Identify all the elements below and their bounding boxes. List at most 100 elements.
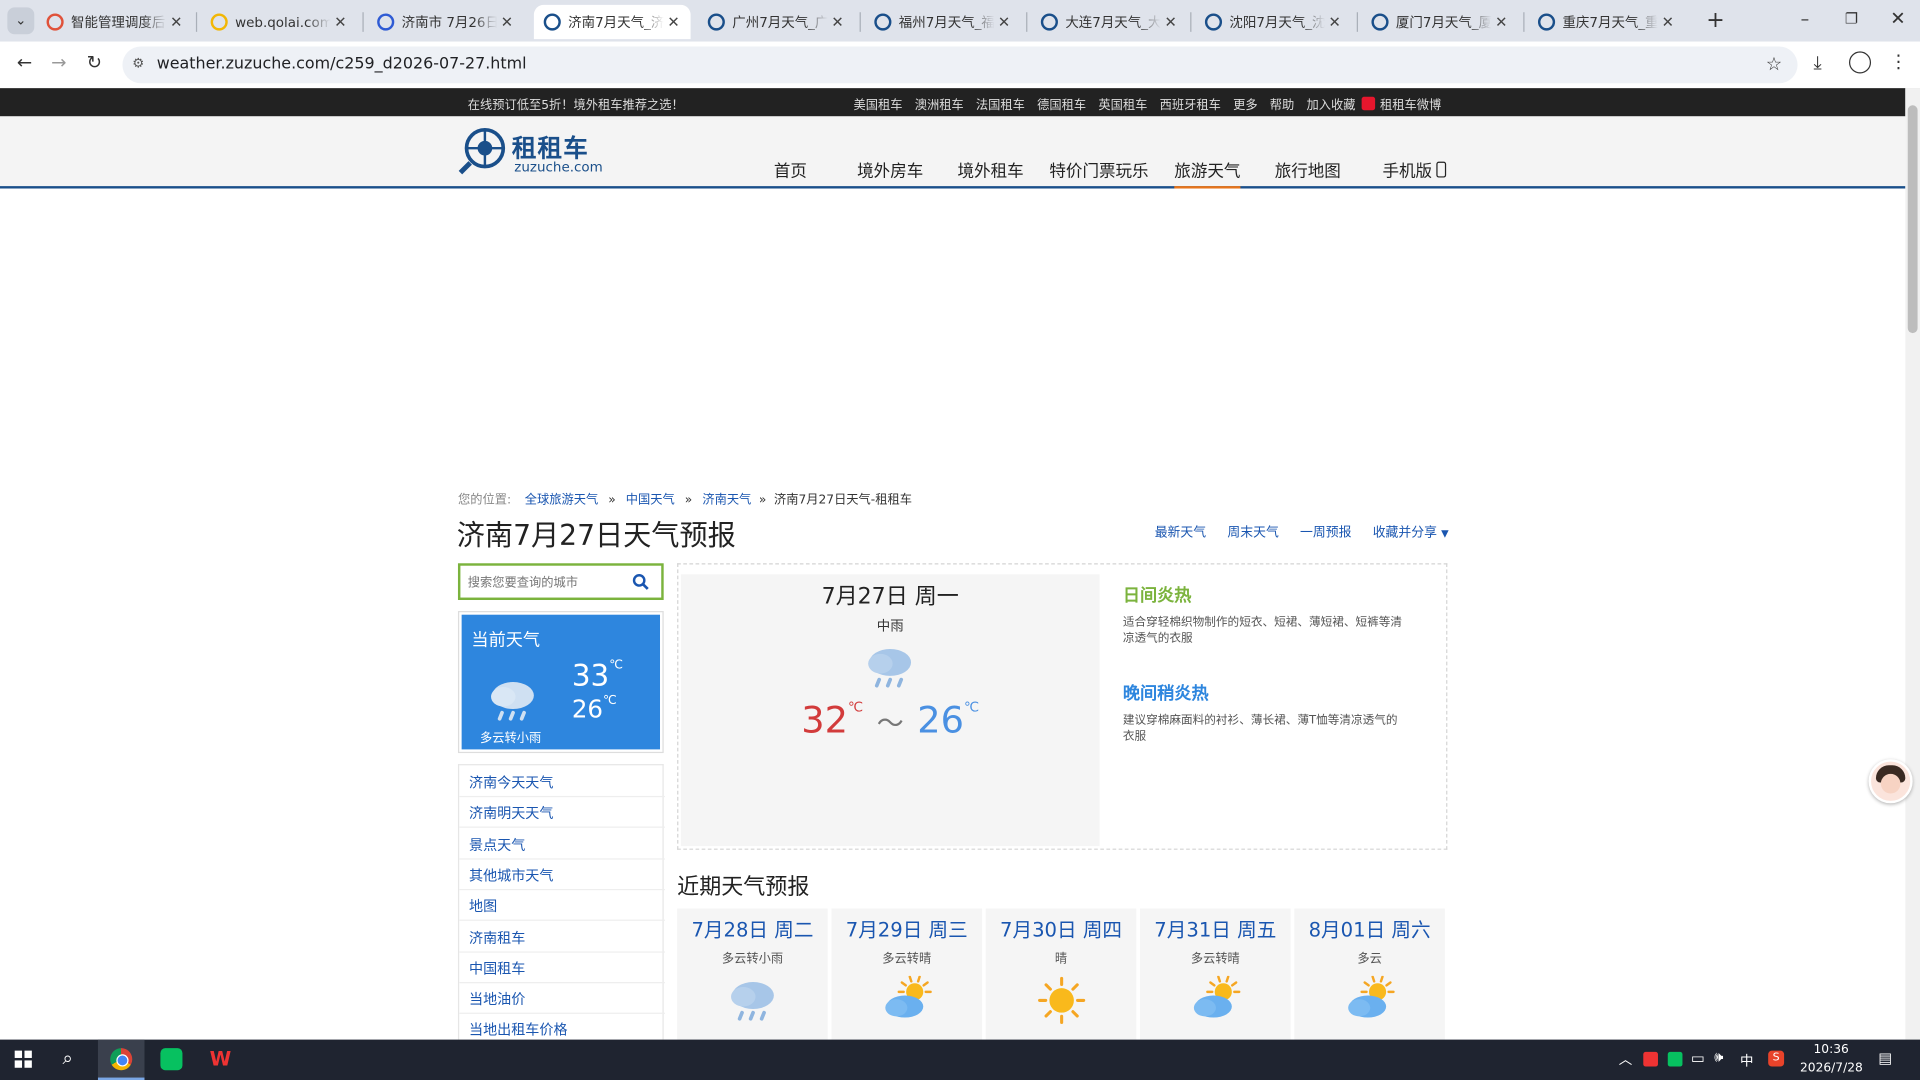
tab-close-icon[interactable]: ✕ (497, 13, 517, 30)
tab-search-button[interactable]: ⌄ (7, 7, 35, 35)
top-link[interactable]: 法国租车 (976, 99, 1025, 112)
nav-item[interactable]: 境外房车 (857, 157, 923, 182)
top-link[interactable]: 英国租车 (1098, 99, 1147, 112)
ime-indicator[interactable]: 中 (1740, 1051, 1753, 1071)
forward-button[interactable]: → (47, 51, 71, 75)
browser-tab[interactable]: 广州7月天气_广州✕ (698, 5, 855, 39)
nav-item[interactable]: 特价门票玩乐 (1049, 157, 1148, 182)
nav-item[interactable]: 手机版 (1382, 157, 1446, 181)
sidebar-link[interactable]: 济南租车 (469, 928, 525, 948)
city-search-input[interactable] (465, 571, 630, 594)
sidebar-link[interactable]: 景点天气 (469, 835, 525, 855)
nav-item[interactable]: 境外租车 (958, 157, 1024, 182)
nav-item[interactable]: 首页 (774, 157, 807, 182)
chrome-taskbar-icon[interactable] (97, 1039, 145, 1080)
volume-icon[interactable]: 🕪 (1714, 1048, 1723, 1066)
search-icon[interactable] (632, 573, 649, 590)
tab-close-icon[interactable]: ✕ (828, 13, 848, 30)
breadcrumb-link-china[interactable]: 中国天气 (626, 493, 675, 506)
clock-time[interactable]: 10:36 (1813, 1043, 1848, 1056)
windows-start-icon[interactable] (14, 1050, 32, 1068)
temp-unit: ℃ (603, 694, 617, 708)
top-link[interactable]: 美国租车 (853, 99, 902, 112)
browser-tab[interactable]: 重庆7月天气_重庆✕ (1528, 5, 1685, 39)
site-info-icon[interactable]: ⚙ (132, 56, 147, 71)
top-link[interactable]: 西班牙租车 (1160, 99, 1221, 112)
tab-close-icon[interactable]: ✕ (664, 13, 684, 30)
minimize-button[interactable]: – (1790, 10, 1819, 32)
browser-tab[interactable]: 济南市 7月26日 天✕ (367, 5, 524, 39)
tab-separator (859, 12, 861, 32)
network-icon[interactable]: ▭ (1691, 1049, 1705, 1066)
tab-close-icon[interactable]: ✕ (1658, 13, 1678, 30)
page-scrollbar[interactable] (1905, 88, 1920, 1040)
sidebar-link[interactable]: 济南明天天气 (469, 804, 553, 824)
sidebar-link[interactable]: 地图 (469, 897, 497, 917)
browser-tab[interactable]: 大连7月天气_大连✕ (1031, 5, 1188, 39)
weibo-link[interactable]: 租租车微博 (1361, 94, 1441, 113)
browser-tab[interactable]: 福州7月天气_福州✕ (864, 5, 1021, 39)
top-link[interactable]: 澳洲租车 (915, 99, 964, 112)
breadcrumb-link-global[interactable]: 全球旅游天气 (525, 493, 598, 506)
reload-button[interactable]: ↻ (82, 51, 106, 75)
sidebar-link[interactable]: 其他城市天气 (469, 866, 553, 886)
forecast-card[interactable]: 8月01日 周六 多云 (1294, 908, 1445, 1044)
top-link[interactable]: 德国租车 (1037, 99, 1086, 112)
tab-close-icon[interactable]: ✕ (1161, 13, 1181, 30)
sidebar-link[interactable]: 中国租车 (469, 959, 525, 979)
top-link[interactable]: 帮助 (1270, 99, 1294, 112)
new-tab-button[interactable]: + (1702, 7, 1729, 34)
latest-weather-link[interactable]: 最新天气 (1155, 525, 1206, 540)
clock-date[interactable]: 2026/7/28 (1800, 1062, 1863, 1075)
tab-close-icon[interactable]: ✕ (331, 13, 351, 30)
browser-tab[interactable]: 济南7月天气_济南✕ (533, 4, 691, 40)
profile-icon[interactable] (1848, 51, 1872, 74)
week-forecast-link[interactable]: 一周预报 (1300, 525, 1351, 540)
wps-taskbar-icon[interactable]: W (208, 1048, 232, 1070)
weekend-weather-link[interactable]: 周末天气 (1227, 525, 1278, 540)
share-link[interactable]: 收藏并分享 (1373, 525, 1437, 540)
nav-item[interactable]: 旅游天气 (1174, 157, 1241, 189)
download-icon[interactable]: ⤓ (1813, 51, 1821, 73)
site-logo[interactable]: 租租车 zuzuche.com (458, 126, 605, 180)
tab-close-icon[interactable]: ✕ (1491, 13, 1511, 30)
wechat-taskbar-icon[interactable] (160, 1048, 183, 1071)
bookmark-star-icon[interactable]: ☆ (1766, 53, 1782, 75)
browser-tab[interactable]: web.qolai.com/a✕ (201, 5, 358, 39)
tray-chevron-icon[interactable]: ︿ (1619, 1049, 1632, 1069)
notification-icon[interactable]: ▤ (1878, 1049, 1892, 1066)
night-tip-text: 建议穿棉麻面料的衬衫、薄长裙、薄T恤等清凉透气的衣服 (1122, 713, 1398, 744)
top-link[interactable]: 加入收藏 (1307, 99, 1356, 112)
close-window-button[interactable]: ✕ (1883, 7, 1912, 31)
sidebar-link[interactable]: 济南今天天气 (469, 773, 553, 793)
url-text[interactable]: weather.zuzuche.com/c259_d2026-07-27.htm… (157, 55, 527, 73)
forecast-card[interactable]: 7月30日 周四晴 (985, 908, 1137, 1044)
top-promo-text[interactable]: 在线预订低至5折！境外租车推荐之选！ (468, 94, 684, 112)
forecast-card[interactable]: 7月28日 周二 多云转小雨 (677, 908, 828, 1044)
menu-kebab-icon[interactable]: ⋮ (1889, 50, 1907, 72)
tray-app-icon[interactable] (1643, 1051, 1658, 1067)
tray-wechat-icon[interactable] (1667, 1051, 1683, 1067)
back-button[interactable]: ← (12, 51, 36, 75)
breadcrumb-link-jinan[interactable]: 济南天气 (702, 493, 751, 506)
browser-tab[interactable]: 厦门7月天气_厦门✕ (1362, 5, 1519, 39)
assistant-avatar[interactable] (1868, 759, 1913, 804)
restore-button[interactable]: ❐ (1837, 10, 1866, 32)
sidebar-link[interactable]: 当地油价 (469, 990, 525, 1010)
sogou-icon[interactable]: S (1768, 1050, 1785, 1067)
tab-close-icon[interactable]: ✕ (167, 13, 187, 30)
forecast-card[interactable]: 7月29日 周三 多云转晴 (831, 908, 983, 1044)
top-link[interactable]: 更多 (1233, 99, 1257, 112)
scrollbar-thumb[interactable] (1907, 105, 1918, 334)
search-icon[interactable]: ⌕ (62, 1047, 72, 1069)
windows-taskbar: ⌕ W ︿ ▭ 🕪 中 S 10:36 2026/7/28 ▤ (0, 1039, 1920, 1080)
tab-close-icon[interactable]: ✕ (1325, 13, 1345, 30)
tab-close-icon[interactable]: ✕ (994, 13, 1014, 30)
forecast-card[interactable]: 7月31日 周五 多云转晴 (1140, 908, 1291, 1044)
browser-tab[interactable]: 沈阳7月天气_沈阳✕ (1195, 5, 1352, 39)
sun-icon (1037, 976, 1085, 1024)
browser-tab[interactable]: 智能管理调度后台✕ (37, 5, 194, 39)
address-bar[interactable]: ⚙ weather.zuzuche.com/c259_d2026-07-27.h… (122, 46, 1798, 84)
sidebar-link[interactable]: 当地出租车价格 (469, 1020, 568, 1040)
nav-item[interactable]: 旅行地图 (1275, 157, 1341, 182)
